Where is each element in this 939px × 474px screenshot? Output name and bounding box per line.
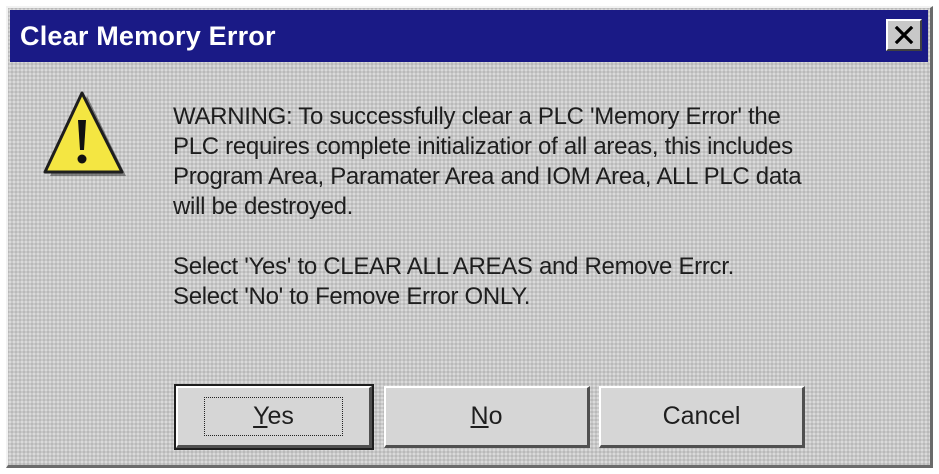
message-line: WARNING: To successfully clear a PLC 'Me… (173, 103, 781, 130)
instruction-line: Select 'No' to Femove Error ONLY. (173, 283, 531, 310)
close-icon (894, 26, 914, 44)
instruction-line: Select 'Yes' to CLEAR ALL AREAS and Remo… (173, 253, 734, 280)
close-button[interactable] (886, 19, 922, 51)
warning-message: WARNING: To successfully clear a PLC 'Me… (173, 102, 923, 312)
yes-button[interactable]: Yes (174, 384, 374, 450)
button-label: es (267, 402, 294, 430)
clear-memory-error-dialog: Clear Memory Error WARNING: To successfu… (6, 6, 933, 468)
warning-icon (43, 91, 126, 176)
message-line: Program Area, Paramater Area and IOM Are… (173, 163, 802, 190)
message-line: PLC requires complete initializatior of … (173, 133, 793, 160)
button-label: Cancel (662, 402, 741, 430)
cancel-button[interactable]: Cancel (599, 386, 805, 448)
accelerator-key: Y (253, 402, 268, 430)
dialog-title: Clear Memory Error (20, 20, 276, 51)
button-label: o (488, 402, 503, 430)
title-bar[interactable]: Clear Memory Error (10, 10, 928, 62)
no-button[interactable]: No (384, 386, 590, 448)
focus-rect: Yes (204, 397, 343, 436)
accelerator-key: N (470, 402, 489, 430)
message-line: will be destroyed. (173, 193, 354, 220)
